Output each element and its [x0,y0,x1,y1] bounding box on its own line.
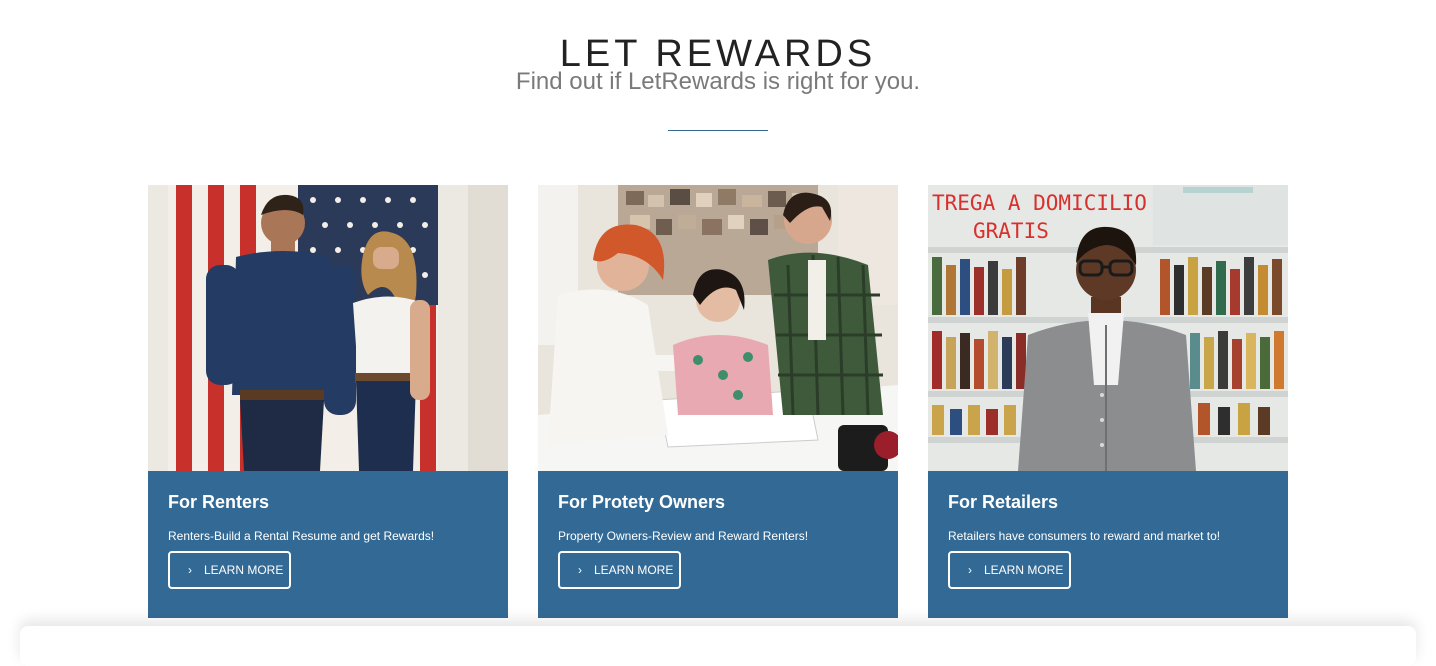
card-description: Property Owners-Review and Reward Renter… [558,529,809,543]
learn-more-label: LEARN MORE [594,563,674,577]
card-title: For Protety Owners [558,492,726,512]
card-title: For Retailers [948,492,1059,512]
retailers-photo: TREGA A DOMICILIO GRATIS [928,185,1288,471]
shop-sign-line2: GRATIS [973,219,1049,243]
learn-more-button-property-owners[interactable]: › LEARN MORE [558,551,681,589]
learn-more-label: LEARN MORE [204,563,284,577]
learn-more-button-retailers[interactable]: › LEARN MORE [948,551,1071,589]
learn-more-button-renters[interactable]: › LEARN MORE [168,551,291,589]
next-section-edge [20,626,1416,666]
chevron-right-icon: › [578,563,582,577]
chevron-right-icon: › [188,563,192,577]
learn-more-label: LEARN MORE [984,563,1064,577]
card-description: Renters-Build a Rental Resume and get Re… [168,529,435,543]
renters-photo [148,185,508,471]
chevron-right-icon: › [968,563,972,577]
property-owners-photo [538,185,898,471]
heading-divider [668,130,768,131]
section-subheading: Find out if LetRewards is right for you. [515,68,921,95]
card-title: For Renters [168,492,270,512]
shop-sign-line1: TREGA A DOMICILIO [932,191,1147,215]
card-description: Retailers have consumers to reward and m… [948,529,1221,543]
card-retailers: TREGA A DOMICILIO GRATIS For Retailers R… [928,185,1288,618]
card-renters: For Renters Renters-Build a Rental Resum… [148,185,508,618]
card-property-owners: For Protety Owners Property Owners-Revie… [538,185,898,618]
